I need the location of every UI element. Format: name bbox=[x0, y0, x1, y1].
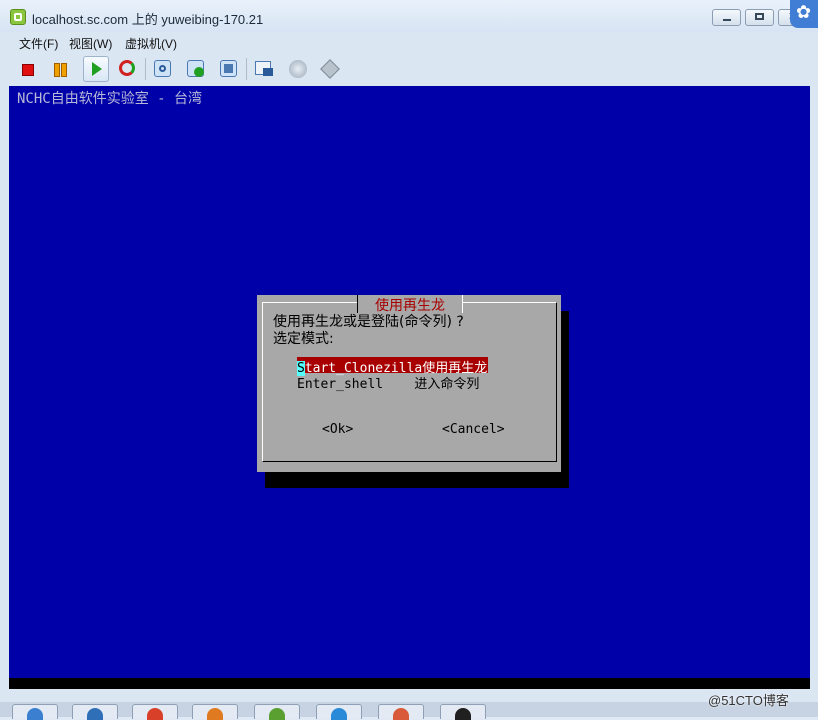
vm-console-screen[interactable]: NCHC自由软件实验室 - 台湾 使用再生龙 使用再生龙或是登陆(命令列) ? … bbox=[9, 86, 810, 689]
dialog-prompt-line2: 选定模式: bbox=[273, 331, 334, 347]
ok-button[interactable]: <Ok> bbox=[322, 422, 353, 437]
vsphere-icon bbox=[269, 708, 285, 720]
tools-icon[interactable] bbox=[318, 56, 344, 82]
menu-file[interactable]: 文件(F) bbox=[19, 35, 58, 52]
console-header: NCHC自由软件实验室 - 台湾 bbox=[17, 91, 203, 107]
network-icon[interactable] bbox=[285, 56, 311, 82]
option-start-clonezilla[interactable]: Start_Clonezilla使用再生龙 bbox=[297, 357, 489, 376]
toolbar bbox=[0, 53, 818, 85]
reset-icon[interactable] bbox=[115, 56, 141, 82]
option-key: Enter_shell bbox=[297, 377, 384, 392]
revert-snapshot-icon[interactable] bbox=[183, 56, 209, 82]
clonezilla-dialog: 使用再生龙 使用再生龙或是登陆(命令列) ? 选定模式: Start_Clone… bbox=[257, 295, 561, 472]
taskbar bbox=[0, 702, 818, 720]
menu-view[interactable]: 视图(W) bbox=[69, 35, 112, 52]
snapshot-icon[interactable] bbox=[150, 56, 176, 82]
option-enter-shell[interactable]: Enter_shell 进入命令列 bbox=[297, 373, 479, 392]
stop-icon[interactable] bbox=[14, 56, 40, 82]
watermark: @51CTO博客 bbox=[708, 693, 789, 708]
window-title: localhost.sc.com 上的 yuweibing-170.21 bbox=[32, 12, 264, 27]
chrome-icon bbox=[147, 708, 163, 720]
overlay-badge-icon[interactable] bbox=[790, 0, 818, 28]
settings-icon[interactable] bbox=[251, 56, 277, 82]
cancel-button[interactable]: <Cancel> bbox=[442, 422, 505, 437]
vm-console-window: localhost.sc.com 上的 yuweibing-170.21 文件(… bbox=[0, 0, 818, 720]
menu-bar: 文件(F) 视图(W) 虚拟机(V) bbox=[0, 32, 818, 52]
tool-icon bbox=[207, 708, 223, 720]
browser-icon bbox=[331, 708, 347, 720]
maximize-button[interactable] bbox=[745, 9, 774, 26]
app-icon bbox=[87, 708, 103, 720]
manage-snapshots-icon[interactable] bbox=[216, 56, 242, 82]
record-icon bbox=[393, 708, 409, 720]
toolbar-separator bbox=[145, 58, 146, 80]
pause-icon[interactable] bbox=[47, 56, 73, 82]
play-icon[interactable] bbox=[83, 56, 109, 82]
terminal-icon bbox=[455, 708, 471, 720]
menu-vm[interactable]: 虚拟机(V) bbox=[125, 35, 177, 52]
minimize-button[interactable] bbox=[712, 9, 741, 26]
title-bar[interactable]: localhost.sc.com 上的 yuweibing-170.21 bbox=[0, 0, 818, 32]
vm-console-icon bbox=[10, 9, 26, 25]
mail-icon bbox=[27, 708, 43, 720]
option-desc: 进入命令列 bbox=[414, 377, 480, 392]
console-bottom-strip bbox=[9, 678, 810, 689]
toolbar-separator bbox=[246, 58, 247, 80]
